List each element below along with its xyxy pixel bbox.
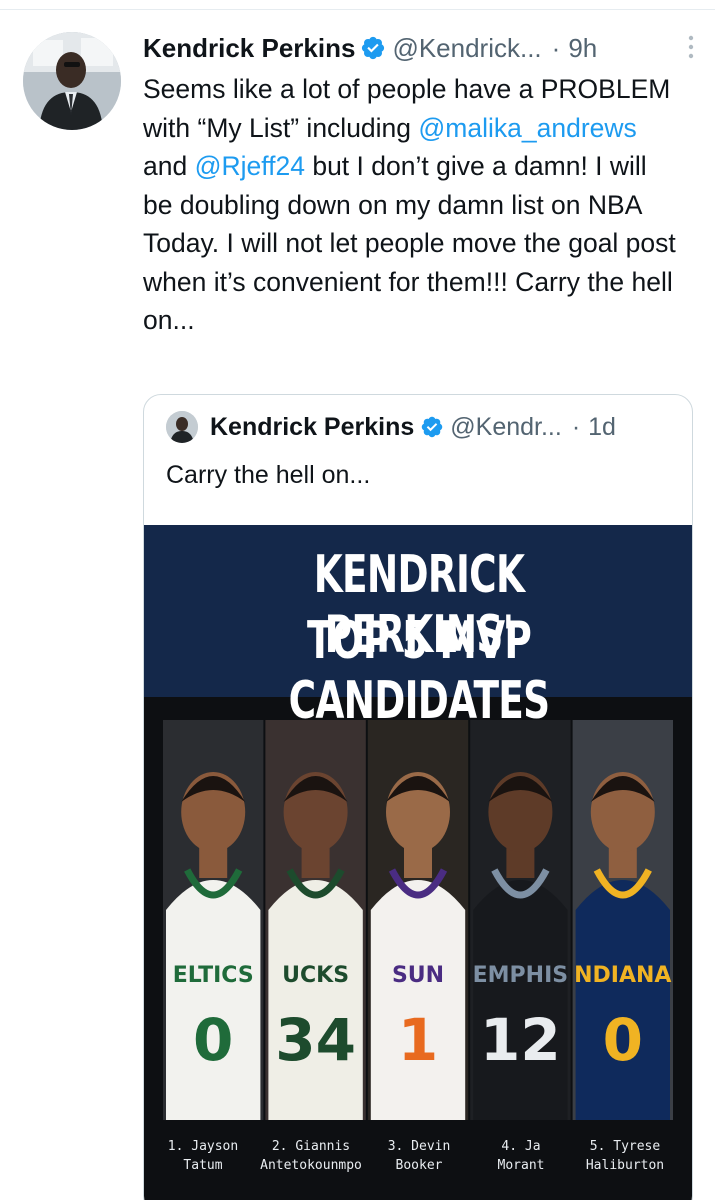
separator-dot: · [571, 412, 581, 441]
player-caption: 4. Ja Morant [466, 1137, 576, 1175]
jersey [166, 880, 261, 1120]
separator-dot: · [551, 32, 561, 63]
mention-link[interactable]: @malika_andrews [418, 113, 636, 143]
quoted-tweet-header: Kendrick Perkins @Kendr... · 1d [166, 409, 676, 445]
player-photo: EMPHIS 12 [470, 720, 571, 1120]
author-avatar[interactable] [23, 32, 121, 130]
graphic-title-line: TOP 5 MVP CANDIDATES [288, 611, 551, 731]
tweet-text: Seems like a lot of people have a PROBLE… [143, 70, 683, 340]
player-photo: NDIANA 0 [572, 720, 673, 1120]
verified-badge-icon [420, 415, 444, 439]
player-surname: Antetokounmpo [260, 1158, 362, 1173]
tweet-header: Kendrick Perkins @Kendrick... · 9h [143, 30, 695, 66]
player-caption: 3. Devin Booker [364, 1137, 474, 1175]
verified-badge-icon [360, 35, 386, 61]
author-handle[interactable]: @Kendrick... [392, 33, 541, 64]
player-rank-name: 3. Devin [387, 1139, 451, 1154]
jersey-number: 0 [603, 1006, 643, 1074]
player-caption: 5. Tyrese Haliburton [570, 1137, 680, 1175]
player-surname: Booker [395, 1158, 443, 1173]
tweet-text-part: and [143, 151, 195, 181]
jersey [268, 880, 363, 1120]
player-caption: 2. Giannis Antetokounmpo [256, 1137, 366, 1175]
player-rank-name: 4. Ja [501, 1139, 541, 1154]
quoted-author-handle[interactable]: @Kendr... [450, 413, 562, 442]
player-surname: Tatum [183, 1158, 223, 1173]
player-photo: SUN 1 [367, 720, 469, 1120]
quoted-author-avatar[interactable] [166, 411, 198, 443]
player-photo-strip: ELTICS 0 UCKS 34 SUN 1 EMPHIS 12 NDIANA 0 [162, 720, 674, 1120]
top-divider [0, 0, 715, 10]
jersey [575, 880, 670, 1120]
player-surname: Haliburton [585, 1158, 665, 1173]
jersey-number: 0 [193, 1006, 233, 1074]
player-photos: ELTICS 0 UCKS 34 SUN 1 EMPHIS 12 NDIANA 0 [163, 720, 673, 1120]
jersey-wordmark: SUN [392, 963, 444, 988]
player-captions: 1. Jayson Tatum 2. Giannis Antetokounmpo… [144, 1137, 692, 1197]
jersey-wordmark: EMPHIS [473, 963, 569, 988]
player-photo: UCKS 34 [265, 720, 366, 1120]
quoted-tweet[interactable]: Kendrick Perkins @Kendr... · 1d Carry th… [143, 394, 693, 1200]
quoted-tweet-timestamp[interactable]: 1d [588, 413, 616, 442]
quoted-tweet-image[interactable]: KENDRICK PERKINS' TOP 5 MVP CANDIDATES E… [144, 525, 692, 1200]
author-name[interactable]: Kendrick Perkins [143, 33, 355, 64]
mention-link[interactable]: @Rjeff24 [195, 151, 305, 181]
more-vertical-icon[interactable] [687, 34, 695, 60]
jersey-wordmark: ELTICS [173, 963, 254, 988]
player-photo: ELTICS 0 [163, 720, 264, 1120]
player-rank-name: 5. Tyrese [589, 1139, 661, 1154]
player-surname: Morant [497, 1158, 545, 1173]
jersey-number: 12 [480, 1006, 561, 1074]
player-caption: 1. Jayson Tatum [148, 1137, 258, 1175]
player-rank-name: 2. Giannis [271, 1139, 351, 1154]
jersey-number: 1 [398, 1006, 438, 1074]
quoted-author-name[interactable]: Kendrick Perkins [210, 413, 414, 442]
jersey [473, 880, 568, 1120]
tweet[interactable]: Kendrick Perkins @Kendrick... · 9h Seems… [0, 10, 715, 1200]
jersey [370, 880, 466, 1120]
jersey-wordmark: UCKS [282, 963, 349, 988]
quoted-tweet-text: Carry the hell on... [166, 461, 371, 489]
tweet-timestamp[interactable]: 9h [568, 33, 597, 64]
jersey-number: 34 [275, 1006, 356, 1074]
graphic-banner: KENDRICK PERKINS' TOP 5 MVP CANDIDATES [144, 525, 692, 731]
jersey-wordmark: NDIANA [574, 963, 671, 988]
player-rank-name: 1. Jayson [167, 1139, 239, 1154]
